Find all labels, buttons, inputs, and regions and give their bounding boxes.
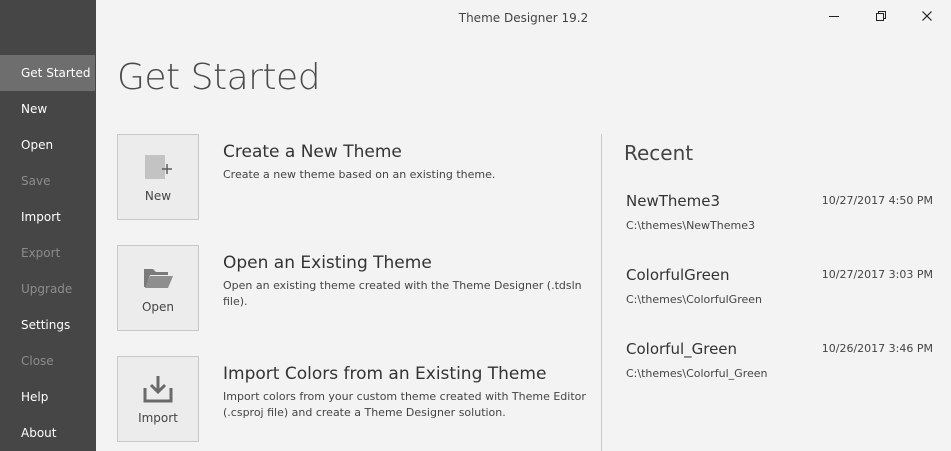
- sidebar: Get Started New Open Save Import Export …: [0, 0, 96, 451]
- page-title: Get Started: [117, 57, 321, 98]
- new-document-icon: [118, 153, 198, 181]
- close-window-button[interactable]: [915, 4, 939, 28]
- open-theme-title[interactable]: Open an Existing Theme: [223, 253, 432, 273]
- recent-item-date: 10/27/2017 4:50 PM: [821, 194, 933, 207]
- import-icon: [118, 374, 198, 404]
- restore-icon: [876, 11, 886, 21]
- create-theme-title[interactable]: Create a New Theme: [223, 142, 402, 162]
- minimize-icon: [829, 16, 839, 17]
- sidebar-item-save: Save: [21, 174, 51, 188]
- sidebar-item-about[interactable]: About: [0, 415, 96, 451]
- recent-item-name[interactable]: NewTheme3: [626, 192, 720, 210]
- close-icon: [922, 11, 932, 21]
- import-description-line-2: (.csproj file) and create a Theme Design…: [223, 406, 506, 419]
- sidebar-item-help[interactable]: Help: [0, 379, 96, 415]
- sidebar-item-export: Export: [21, 246, 61, 260]
- sidebar-item-import[interactable]: Import: [0, 199, 96, 235]
- recent-item-name[interactable]: Colorful_Green: [626, 340, 737, 358]
- sidebar-item-open[interactable]: Open: [0, 127, 96, 163]
- recent-item-date: 10/26/2017 3:46 PM: [821, 342, 933, 355]
- create-theme-description: Create a new theme based on an existing …: [223, 168, 496, 181]
- folder-open-icon: [118, 266, 198, 290]
- open-tile-label: Open: [141, 300, 175, 314]
- open-theme-tile[interactable]: Open: [117, 245, 199, 331]
- open-theme-description: Open an existing theme created with the …: [223, 279, 582, 308]
- recent-item-date: 10/27/2017 3:03 PM: [821, 268, 933, 281]
- new-theme-tile[interactable]: New: [117, 134, 199, 220]
- import-colors-title[interactable]: Import Colors from an Existing Theme: [223, 364, 546, 384]
- import-colors-description: Import colors from your custom theme cre…: [223, 389, 593, 421]
- recent-item-path: C:\themes\Colorful_Green: [626, 367, 768, 380]
- sidebar-item-upgrade: Upgrade: [21, 282, 73, 296]
- recent-item-path: C:\themes\NewTheme3: [626, 219, 755, 232]
- minimize-button[interactable]: [822, 4, 846, 28]
- recent-item-path: C:\themes\ColorfulGreen: [626, 293, 762, 306]
- recent-heading: Recent: [624, 141, 694, 165]
- sidebar-item-settings[interactable]: Settings: [0, 307, 96, 343]
- import-colors-tile[interactable]: Import: [117, 356, 199, 442]
- sidebar-item-close: Close: [21, 354, 54, 368]
- sidebar-item-new[interactable]: New: [0, 91, 96, 127]
- sidebar-item-get-started[interactable]: Get Started: [0, 55, 95, 91]
- import-tile-label: Import: [138, 411, 178, 425]
- recent-item-name[interactable]: ColorfulGreen: [626, 266, 730, 284]
- restore-button[interactable]: [869, 4, 893, 28]
- new-tile-label: New: [144, 189, 172, 203]
- import-description-line-1: Import colors from your custom theme cre…: [223, 390, 586, 403]
- vertical-divider: [601, 134, 602, 451]
